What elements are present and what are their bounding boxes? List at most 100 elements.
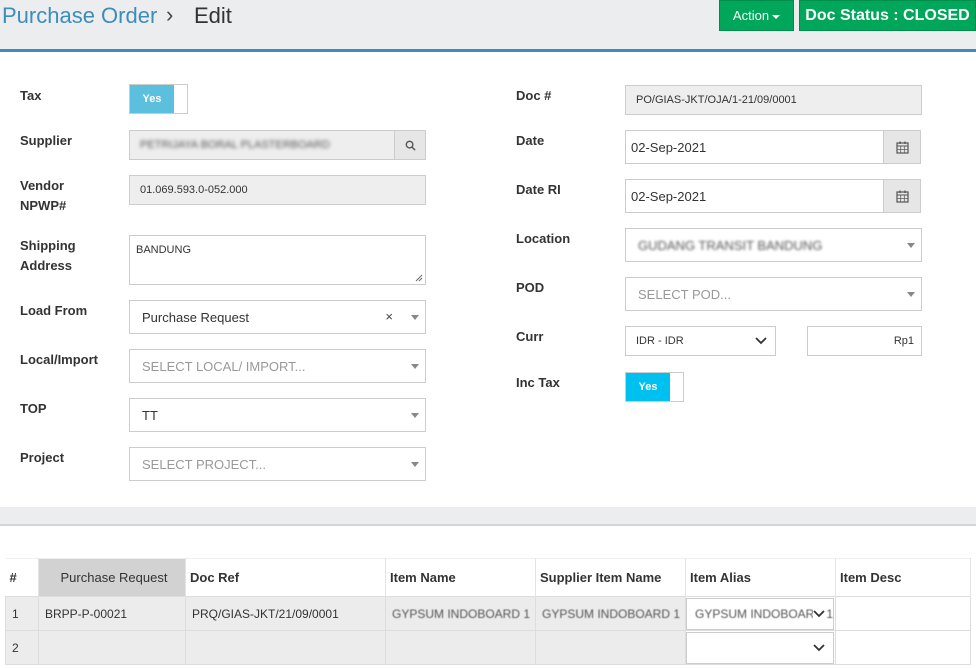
- cell-item-desc[interactable]: [835, 596, 971, 631]
- date-calendar-button[interactable]: [883, 130, 921, 164]
- item-alias-select[interactable]: GYPSUM INDOBOARD 1: [686, 597, 834, 630]
- dropdown-arrow-icon: [411, 315, 419, 320]
- local-import-select[interactable]: SELECT LOCAL/ IMPORT...: [129, 349, 426, 383]
- location-value: GUDANG TRANSIT BANDUNG: [638, 237, 823, 253]
- breadcrumb-purchase-order[interactable]: Purchase Order: [2, 3, 157, 29]
- dropdown-arrow-icon: [411, 413, 419, 418]
- cell-doc-ref[interactable]: [185, 630, 386, 665]
- location-label: Location: [516, 231, 571, 246]
- breadcrumb-separator-icon: ›: [166, 2, 174, 27]
- vendor-npwp-label-2: NPWP#: [20, 198, 67, 213]
- cell-item-alias[interactable]: [685, 630, 836, 665]
- top-value: TT: [142, 407, 158, 423]
- col-header-item-name: Item Name: [385, 558, 536, 597]
- shipping-address-textarea[interactable]: BANDUNG: [129, 235, 426, 285]
- dropdown-arrow-icon: [411, 462, 419, 467]
- cell-doc-ref[interactable]: PRQ/GIAS-JKT/21/09/0001: [185, 596, 386, 631]
- col-header-supplier-item-name: Supplier Item Name: [535, 558, 686, 597]
- inc-tax-toggle[interactable]: Yes: [625, 372, 684, 402]
- date-ri-label: Date RI: [516, 182, 561, 197]
- vendor-npwp-field[interactable]: 01.069.593.0-052.000: [129, 175, 426, 205]
- date-label: Date: [516, 133, 545, 148]
- chevron-down-icon: [755, 337, 767, 345]
- cell-item-name[interactable]: GYPSUM INDOBOARD 1: [385, 596, 536, 631]
- calendar-icon: [895, 190, 909, 203]
- calendar-icon: [895, 141, 909, 154]
- supplier-field[interactable]: PETRIJAYA BORAL PLASTERBOARD: [129, 130, 395, 160]
- cell-item-alias[interactable]: GYPSUM INDOBOARD 1: [685, 596, 836, 631]
- item-name-value: GYPSUM INDOBOARD 1: [392, 606, 531, 621]
- supplier-search-button[interactable]: [394, 130, 426, 160]
- pod-label: POD: [516, 280, 545, 295]
- section-divider: [0, 507, 976, 526]
- col-header-doc-ref: Doc Ref: [185, 558, 386, 597]
- cell-no: 1: [5, 596, 39, 631]
- inc-tax-label: Inc Tax: [516, 375, 560, 390]
- item-alias-select[interactable]: [686, 631, 834, 664]
- dropdown-arrow-icon: [411, 364, 419, 369]
- doc-no-label: Doc #: [516, 88, 552, 103]
- table-row[interactable]: 1 BRPP-P-00021 PRQ/GIAS-JKT/21/09/0001 G…: [5, 596, 971, 631]
- pod-placeholder: SELECT POD...: [638, 286, 731, 302]
- cell-supplier-item-name[interactable]: [535, 630, 686, 665]
- cell-item-desc[interactable]: [835, 630, 971, 665]
- load-from-label: Load From: [20, 303, 88, 318]
- cell-supplier-item-name[interactable]: GYPSUM INDOBOARD 1: [535, 596, 686, 631]
- local-import-label: Local/Import: [20, 352, 99, 367]
- breadcrumb-current: Edit: [194, 3, 232, 28]
- project-label: Project: [20, 450, 65, 465]
- col-header-purchase-request[interactable]: Purchase Request: [38, 558, 186, 597]
- currency-value: IDR - IDR: [636, 335, 684, 347]
- top-select[interactable]: TT: [129, 398, 426, 432]
- col-header-item-desc: Item Desc: [835, 558, 971, 597]
- col-header-no: #: [5, 558, 39, 597]
- items-table: # Purchase Request Doc Ref Item Name Sup…: [5, 558, 971, 665]
- top-label: TOP: [20, 401, 47, 416]
- pod-select[interactable]: SELECT POD...: [625, 277, 922, 311]
- location-select[interactable]: GUDANG TRANSIT BANDUNG: [625, 228, 922, 262]
- load-from-select[interactable]: Purchase Request ×: [129, 300, 426, 334]
- cell-purchase-request[interactable]: [38, 630, 186, 665]
- action-button[interactable]: Action: [719, 0, 794, 31]
- local-import-placeholder: SELECT LOCAL/ IMPORT...: [142, 358, 306, 374]
- search-icon: [405, 140, 416, 151]
- doc-no-field[interactable]: PO/GIAS-JKT/OJA/1-21/09/0001: [625, 85, 922, 115]
- caret-down-icon: [772, 14, 781, 19]
- page-header: Purchase Order › Edit Action Doc Status …: [0, 0, 976, 52]
- table-row[interactable]: 2: [5, 630, 971, 665]
- currency-select[interactable]: IDR - IDR: [625, 326, 776, 356]
- clear-icon[interactable]: ×: [385, 309, 393, 324]
- currency-symbol: Rp1: [893, 335, 914, 347]
- tax-toggle[interactable]: Yes: [129, 84, 188, 114]
- supplier-item-value: GYPSUM INDOBOARD 1: [542, 606, 681, 621]
- shipping-address-value: BANDUNG: [136, 244, 192, 256]
- cell-purchase-request[interactable]: BRPP-P-00021: [38, 596, 186, 631]
- table-header-row: # Purchase Request Doc Ref Item Name Sup…: [5, 558, 971, 597]
- project-select[interactable]: SELECT PROJECT...: [129, 447, 426, 481]
- supplier-label: Supplier: [20, 133, 73, 148]
- date-ri-input[interactable]: 02-Sep-2021: [625, 179, 884, 213]
- cell-item-name[interactable]: [385, 630, 536, 665]
- cell-no: 2: [5, 630, 39, 665]
- inc-tax-toggle-on: Yes: [626, 373, 670, 401]
- curr-label: Curr: [516, 329, 544, 344]
- load-from-value: Purchase Request: [142, 309, 249, 325]
- vendor-npwp-label-1: Vendor: [20, 178, 65, 193]
- doc-status-badge[interactable]: Doc Status : CLOSED: [799, 0, 976, 31]
- shipping-address-label-2: Address: [20, 258, 73, 273]
- dropdown-arrow-icon: [907, 292, 915, 297]
- chevron-down-icon: [813, 643, 825, 651]
- date-ri-calendar-button[interactable]: [883, 179, 921, 213]
- currency-symbol-field[interactable]: Rp1: [807, 326, 922, 356]
- supplier-value: PETRIJAYA BORAL PLASTERBOARD: [140, 139, 330, 151]
- date-input[interactable]: 02-Sep-2021: [625, 130, 884, 164]
- tax-label: Tax: [20, 88, 42, 103]
- resize-grip-icon[interactable]: [415, 274, 423, 282]
- tax-toggle-on: Yes: [130, 85, 174, 113]
- chevron-down-icon: [813, 608, 825, 619]
- project-placeholder: SELECT PROJECT...: [142, 456, 267, 472]
- col-header-item-alias: Item Alias: [685, 558, 836, 597]
- dropdown-arrow-icon: [907, 243, 915, 248]
- action-label: Action: [732, 8, 770, 23]
- shipping-address-label-1: Shipping: [20, 238, 76, 253]
